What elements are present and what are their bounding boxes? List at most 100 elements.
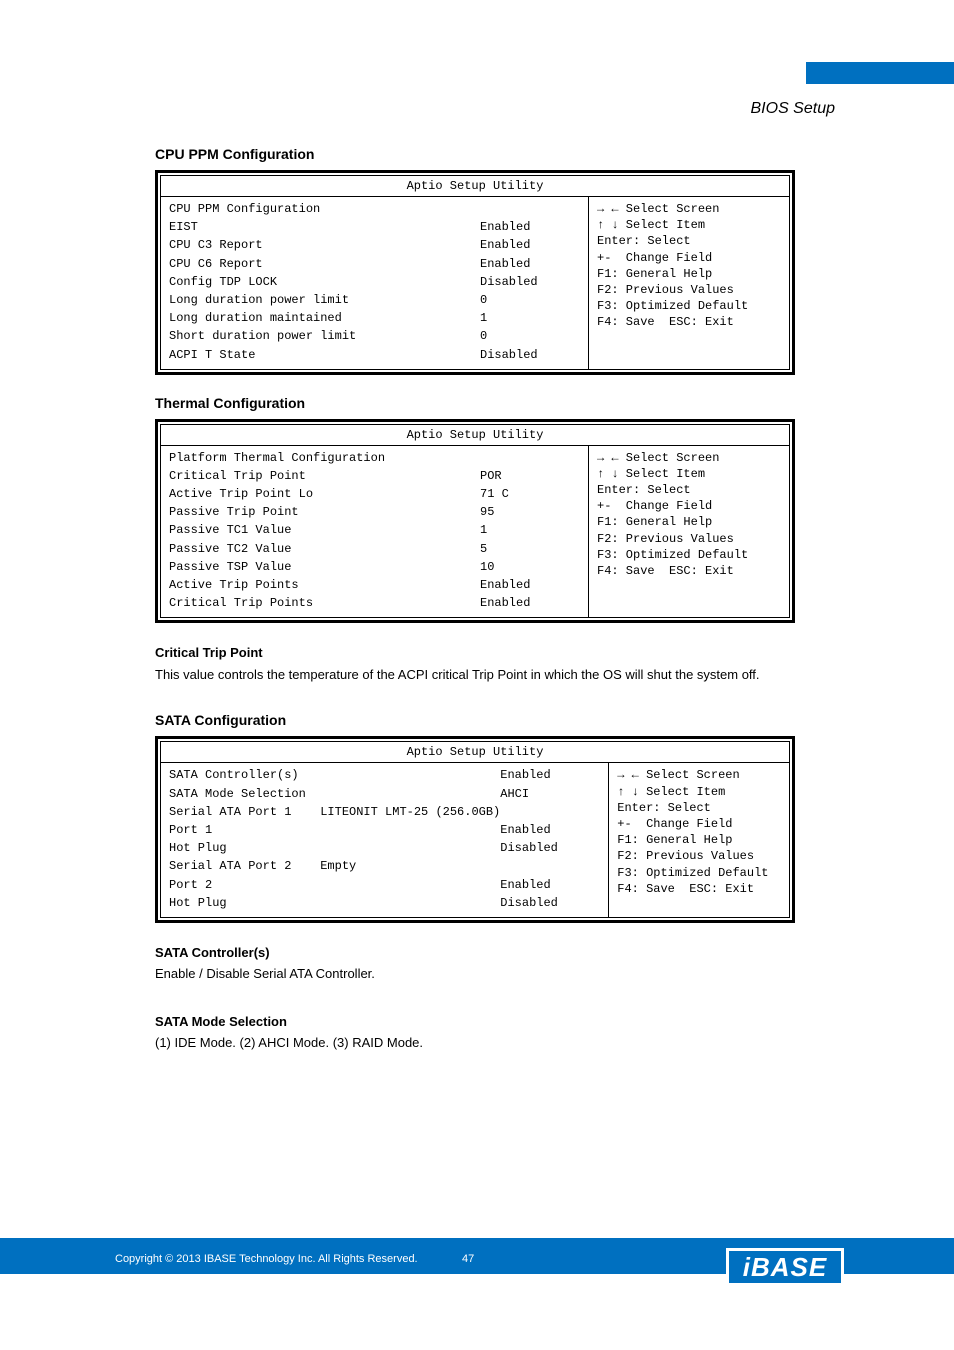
bios-help-line: ↑ ↓ Select Item bbox=[597, 218, 705, 232]
bios-setting-value bbox=[480, 450, 580, 466]
bios-help-line: +- Change Field bbox=[597, 251, 712, 265]
bios-setting-value: 0 bbox=[480, 292, 580, 308]
bios-setting-label: Critical Trip Points bbox=[169, 595, 480, 611]
bios-setting-value: 1 bbox=[480, 522, 580, 538]
bios-setting-label: Serial ATA Port 2 Empty bbox=[169, 858, 500, 874]
bios-help-line: F1: General Help bbox=[597, 515, 712, 529]
bios-setting-label: SATA Controller(s) bbox=[169, 767, 500, 783]
page-body: BIOS Setup CPU PPM Configuration Aptio S… bbox=[115, 100, 835, 1081]
bios-help-line: ↑ ↓ Select Item bbox=[597, 467, 705, 481]
bios-setting-value: Enabled bbox=[480, 577, 580, 593]
bios-setting-label: Platform Thermal Configuration bbox=[169, 450, 480, 466]
bios-setting-value: Disabled bbox=[480, 274, 580, 290]
bios-setting-label: SATA Mode Selection bbox=[169, 786, 500, 802]
bios-help-line: Enter: Select bbox=[597, 483, 691, 497]
bios-setting-label: Passive Trip Point bbox=[169, 504, 480, 520]
bios-help-line: F1: General Help bbox=[617, 833, 732, 847]
bios-setting-value bbox=[500, 804, 600, 820]
bios-box: Aptio Setup Utility CPU PPM Configuratio… bbox=[155, 170, 795, 375]
bios-setting-value: Enabled bbox=[480, 595, 580, 611]
bios-help-line: Enter: Select bbox=[597, 234, 691, 248]
bios-setting-value: 0 bbox=[480, 328, 580, 344]
bios-setting-value: Enabled bbox=[480, 219, 580, 235]
bios-setting-label: Passive TC1 Value bbox=[169, 522, 480, 538]
bios-setting-value: 5 bbox=[480, 541, 580, 557]
bios-help-line: → ← Select Screen bbox=[597, 451, 719, 465]
bios-setting-value: Disabled bbox=[500, 895, 600, 911]
bios-help-line: F3: Optimized Default bbox=[617, 866, 768, 880]
section-title: Thermal Configuration bbox=[155, 395, 835, 411]
section-title: CPU PPM Configuration bbox=[155, 146, 835, 162]
bios-help-line: → ← Select Screen bbox=[617, 768, 739, 782]
ibase-logo: iBASE bbox=[726, 1248, 844, 1286]
bios-setting-label: CPU C6 Report bbox=[169, 256, 480, 272]
desc-text: This value controls the temperature of t… bbox=[155, 665, 795, 685]
bios-setting-value: 1 bbox=[480, 310, 580, 326]
bios-help-line: F2: Previous Values bbox=[597, 283, 734, 297]
bios-setting-value: Disabled bbox=[480, 347, 580, 363]
bios-help-pane: → ← Select Screen ↑ ↓ Select Item Enter:… bbox=[589, 197, 789, 369]
bios-setting-label: Serial ATA Port 1 LITEONIT LMT-25 (256.0… bbox=[169, 804, 500, 820]
bios-help-pane: → ← Select Screen ↑ ↓ Select Item Enter:… bbox=[589, 446, 789, 618]
bios-help-line: F4: Save ESC: Exit bbox=[597, 564, 734, 578]
bios-setting-value: POR bbox=[480, 468, 580, 484]
bios-left-pane: Platform Thermal Configuration Critical … bbox=[161, 446, 589, 618]
bios-setting-label: Active Trip Points bbox=[169, 577, 480, 593]
bios-setting-value: Enabled bbox=[500, 767, 600, 783]
footer-copyright: Copyright © 2013 IBASE Technology Inc. A… bbox=[115, 1253, 418, 1265]
bios-setting-value: Enabled bbox=[500, 877, 600, 893]
bios-setting-label: Passive TC2 Value bbox=[169, 541, 480, 557]
bios-setting-label: Hot Plug bbox=[169, 895, 500, 911]
bios-title: Aptio Setup Utility bbox=[161, 742, 789, 763]
bios-help-line: +- Change Field bbox=[597, 499, 712, 513]
bios-setting-value: 10 bbox=[480, 559, 580, 575]
desc-heading: SATA Mode Selection bbox=[155, 1012, 795, 1032]
bios-left-pane: CPU PPM Configuration EISTEnabled CPU C3… bbox=[161, 197, 589, 369]
bios-setting-value: 95 bbox=[480, 504, 580, 520]
bios-box: Aptio Setup Utility Platform Thermal Con… bbox=[155, 419, 795, 624]
bios-setting-label: Port 2 bbox=[169, 877, 500, 893]
bios-setting-value: AHCI bbox=[500, 786, 600, 802]
bios-title: Aptio Setup Utility bbox=[161, 176, 789, 197]
bios-setting-label: EIST bbox=[169, 219, 480, 235]
bios-help-line: Enter: Select bbox=[617, 801, 711, 815]
bios-setting-label: Passive TSP Value bbox=[169, 559, 480, 575]
bios-title: Aptio Setup Utility bbox=[161, 425, 789, 446]
bios-setting-value: Enabled bbox=[480, 256, 580, 272]
bios-help-line: F3: Optimized Default bbox=[597, 548, 748, 562]
bios-setting-value: Enabled bbox=[480, 237, 580, 253]
bios-left-pane: SATA Controller(s)Enabled SATA Mode Sele… bbox=[161, 763, 609, 917]
bios-setting-value bbox=[480, 201, 580, 217]
bios-help-line: F2: Previous Values bbox=[597, 532, 734, 546]
desc-heading: Critical Trip Point bbox=[155, 643, 795, 663]
footer-bar: Copyright © 2013 IBASE Technology Inc. A… bbox=[0, 1238, 954, 1274]
bios-help-line: F3: Optimized Default bbox=[597, 299, 748, 313]
desc-heading: SATA Controller(s) bbox=[155, 943, 795, 963]
bios-setting-value: 71 C bbox=[480, 486, 580, 502]
chapter-heading: BIOS Setup bbox=[115, 100, 835, 118]
bios-help-line: F2: Previous Values bbox=[617, 849, 754, 863]
bios-help-line: F1: General Help bbox=[597, 267, 712, 281]
bios-setting-label: Config TDP LOCK bbox=[169, 274, 480, 290]
footer-page-number: 47 bbox=[462, 1253, 474, 1265]
bios-help-line: F4: Save ESC: Exit bbox=[617, 882, 754, 896]
bios-help-line: → ← Select Screen bbox=[597, 202, 719, 216]
header-blue-bar bbox=[806, 62, 954, 84]
bios-setting-label: Short duration power limit bbox=[169, 328, 480, 344]
bios-setting-label: Long duration maintained bbox=[169, 310, 480, 326]
bios-setting-label: Hot Plug bbox=[169, 840, 500, 856]
bios-help-line: +- Change Field bbox=[617, 817, 732, 831]
bios-setting-label: ACPI T State bbox=[169, 347, 480, 363]
section-title: SATA Configuration bbox=[155, 712, 835, 728]
desc-text: Enable / Disable Serial ATA Controller. bbox=[155, 964, 795, 984]
bios-box: Aptio Setup Utility SATA Controller(s)En… bbox=[155, 736, 795, 923]
bios-setting-label: Port 1 bbox=[169, 822, 500, 838]
bios-help-pane: → ← Select Screen ↑ ↓ Select Item Enter:… bbox=[609, 763, 789, 917]
bios-setting-value bbox=[500, 858, 600, 874]
bios-setting-label: Active Trip Point Lo bbox=[169, 486, 480, 502]
bios-setting-value: Enabled bbox=[500, 822, 600, 838]
bios-setting-label: CPU C3 Report bbox=[169, 237, 480, 253]
bios-help-line: F4: Save ESC: Exit bbox=[597, 315, 734, 329]
bios-setting-label: CPU PPM Configuration bbox=[169, 201, 480, 217]
desc-text: (1) IDE Mode. (2) AHCI Mode. (3) RAID Mo… bbox=[155, 1033, 795, 1053]
